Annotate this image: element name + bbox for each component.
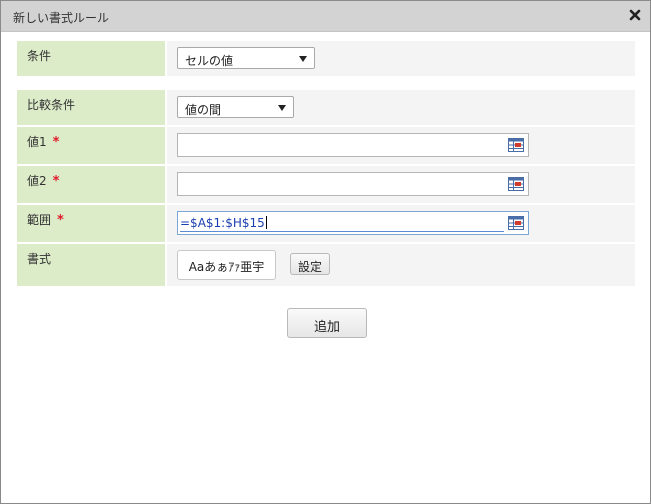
dialog-title: 新しい書式ルール xyxy=(13,11,110,25)
range-input-underline xyxy=(180,231,504,232)
format-settings-label: 設定 xyxy=(297,260,322,274)
format-value-cell: Aaあぁｱｧ亜宇 設定 xyxy=(167,244,635,286)
comparison-select-value: 値の間 xyxy=(185,103,222,117)
condition-row: 条件 セルの値 xyxy=(17,41,635,76)
new-format-rule-dialog: 新しい書式ルール 条件 セルの値 比較条件 値の間 値1 * 値2 * 範囲 *… xyxy=(0,0,651,504)
value1-value-cell xyxy=(167,127,635,164)
range-select-icon[interactable] xyxy=(508,138,524,152)
required-mark: * xyxy=(52,174,60,189)
range-input-text: =$A$1:$H$15 xyxy=(180,216,265,230)
required-mark: * xyxy=(52,135,60,150)
add-button[interactable]: 追加 xyxy=(287,308,367,338)
format-settings-button[interactable]: 設定 xyxy=(290,253,330,275)
condition-label-cell: 条件 xyxy=(17,41,165,76)
value1-input[interactable] xyxy=(177,133,529,157)
value2-label: 値2 xyxy=(27,174,47,188)
range-select-icon[interactable] xyxy=(508,177,524,191)
format-preview-button[interactable]: Aaあぁｱｧ亜宇 xyxy=(177,250,276,280)
format-label: 書式 xyxy=(27,252,52,266)
add-button-label: 追加 xyxy=(313,320,340,335)
comparison-label-cell: 比較条件 xyxy=(17,90,165,125)
close-icon[interactable] xyxy=(628,8,642,22)
range-label-cell: 範囲 * xyxy=(17,205,165,242)
comparison-label: 比較条件 xyxy=(27,98,76,112)
comparison-row: 比較条件 値の間 xyxy=(17,90,635,125)
value1-label: 値1 xyxy=(27,135,47,149)
format-label-cell: 書式 xyxy=(17,244,165,286)
condition-label: 条件 xyxy=(27,49,52,63)
value1-label-cell: 値1 * xyxy=(17,127,165,164)
dialog-titlebar[interactable]: 新しい書式ルール xyxy=(1,1,650,32)
value2-input[interactable] xyxy=(177,172,529,196)
range-row: 範囲 * =$A$1:$H$15 xyxy=(17,205,635,242)
range-select-icon[interactable] xyxy=(508,216,524,230)
range-input[interactable]: =$A$1:$H$15 xyxy=(177,211,529,235)
range-value-cell: =$A$1:$H$15 xyxy=(167,205,635,242)
condition-select[interactable]: セルの値 xyxy=(177,47,315,69)
range-label: 範囲 xyxy=(27,213,52,227)
condition-value-cell: セルの値 xyxy=(167,41,635,76)
value2-label-cell: 値2 * xyxy=(17,166,165,203)
required-mark: * xyxy=(57,213,64,228)
value2-row: 値2 * xyxy=(17,166,635,203)
value2-value-cell xyxy=(167,166,635,203)
comparison-value-cell: 値の間 xyxy=(167,90,635,125)
format-preview-label: Aaあぁｱｧ亜宇 xyxy=(188,260,265,274)
value1-row: 値1 * xyxy=(17,127,635,164)
condition-select-value: セルの値 xyxy=(185,54,234,68)
chevron-down-icon xyxy=(278,105,286,111)
chevron-down-icon xyxy=(299,56,307,62)
text-caret xyxy=(265,216,267,229)
format-row: 書式 Aaあぁｱｧ亜宇 設定 xyxy=(17,244,635,286)
comparison-select[interactable]: 値の間 xyxy=(177,96,294,118)
